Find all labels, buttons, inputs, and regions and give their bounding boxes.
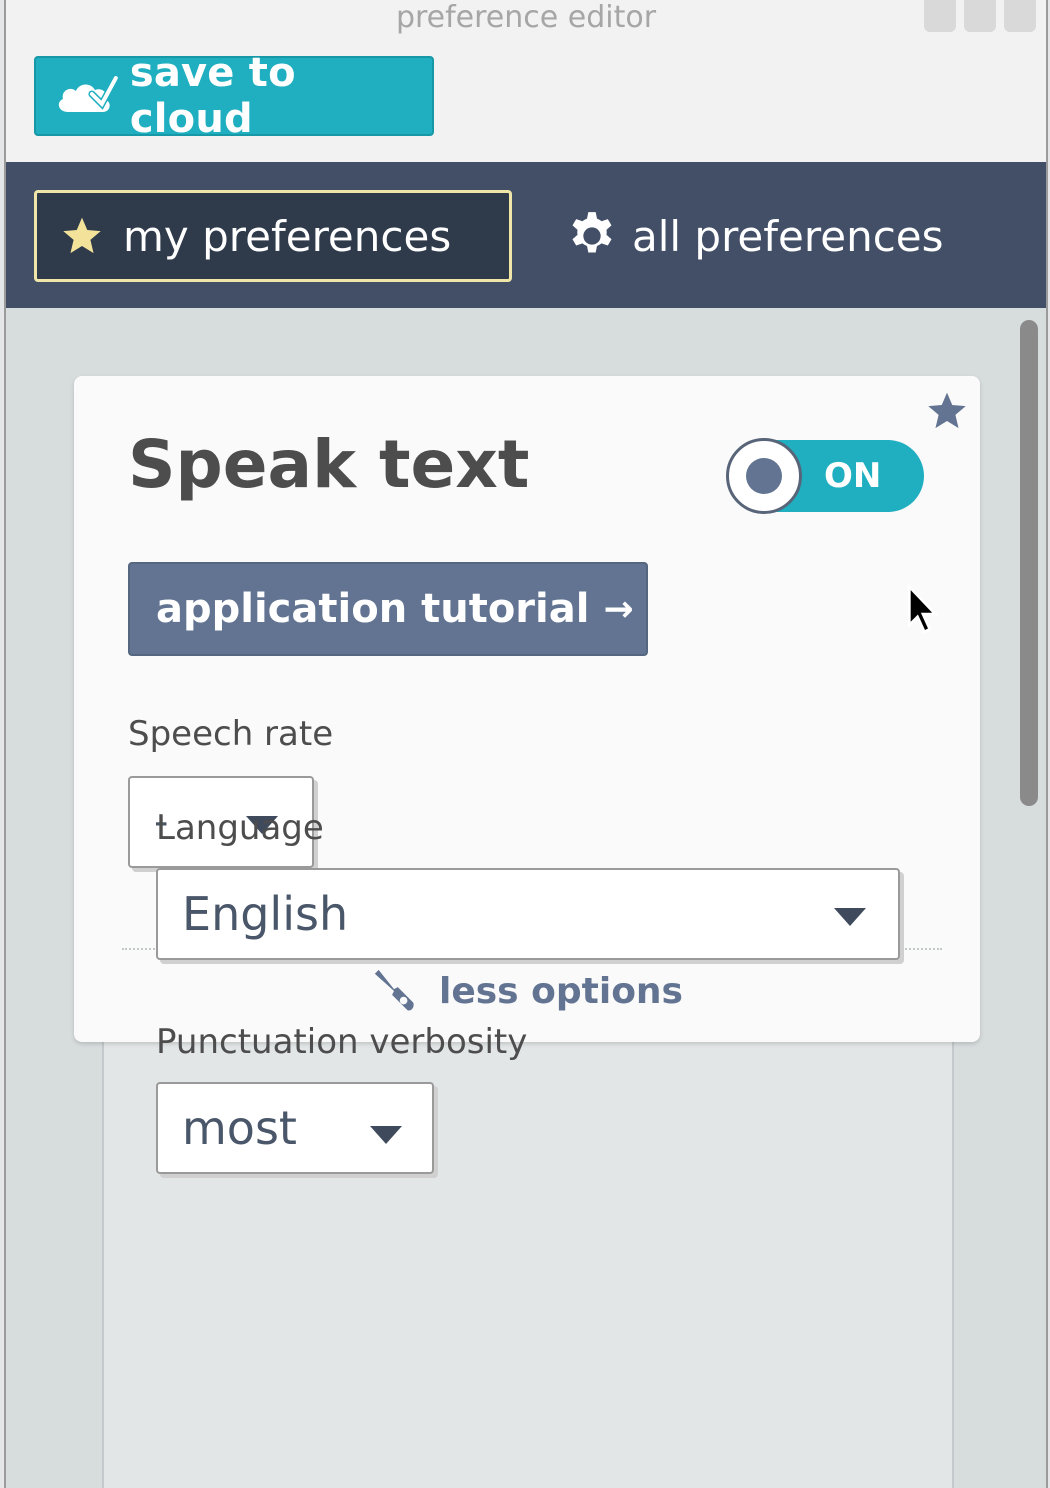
- language-value: English: [182, 887, 349, 941]
- tab-my-preferences-label: my preferences: [123, 211, 452, 261]
- save-to-cloud-label: save to cloud: [129, 50, 296, 142]
- tab-my-preferences[interactable]: my preferences: [34, 190, 512, 282]
- arrow-right-icon: →: [603, 588, 634, 630]
- tab-all-preferences[interactable]: all preferences: [566, 190, 944, 282]
- maximize-button[interactable]: [964, 0, 996, 32]
- minimize-button[interactable]: [924, 0, 956, 32]
- title-bar: preference editor save to cloud: [6, 0, 1046, 162]
- wrench-icon: [374, 969, 414, 1011]
- caret-down-icon: [370, 1126, 402, 1144]
- scrollbar-thumb[interactable]: [1020, 320, 1038, 806]
- application-tutorial-button[interactable]: application tutorial →: [128, 562, 648, 656]
- speech-rate-label: Speech rate: [128, 714, 334, 754]
- punctuation-verbosity-value: most: [182, 1101, 297, 1155]
- preferences-nav: my preferences all preferences: [6, 162, 1046, 308]
- cloud-check-icon: [58, 74, 118, 112]
- toggle-state-label: ON: [824, 456, 882, 496]
- mouse-cursor-icon: [907, 584, 939, 634]
- gear-icon: [572, 212, 612, 253]
- window-controls: [924, 0, 1036, 32]
- punctuation-verbosity-select[interactable]: most: [156, 1082, 434, 1174]
- close-button[interactable]: [1004, 0, 1036, 32]
- less-options-label: less options: [439, 970, 683, 1012]
- scrollbar[interactable]: [1020, 320, 1038, 810]
- star-icon: [63, 217, 101, 254]
- toggle-knob: [726, 438, 802, 514]
- more-options-panel: [102, 1008, 954, 1488]
- tutorial-button-label: application tutorial: [156, 586, 590, 632]
- punctuation-verbosity-label: Punctuation verbosity: [156, 1022, 528, 1062]
- card-title: Speak text: [128, 426, 530, 503]
- caret-down-icon: [834, 908, 866, 926]
- language-select[interactable]: English: [156, 868, 900, 960]
- tab-all-preferences-label: all preferences: [632, 211, 944, 261]
- preference-editor-window: preference editor save to cloud my prefe…: [4, 0, 1048, 1488]
- window-title: preference editor: [395, 0, 657, 35]
- language-label: Language: [156, 808, 324, 848]
- speak-text-toggle[interactable]: ON: [726, 438, 924, 514]
- less-options-link[interactable]: less options: [74, 968, 980, 1014]
- toggle-knob-dot: [746, 458, 782, 494]
- save-to-cloud-button[interactable]: save to cloud: [34, 50, 434, 142]
- favorite-star-icon[interactable]: [926, 390, 968, 432]
